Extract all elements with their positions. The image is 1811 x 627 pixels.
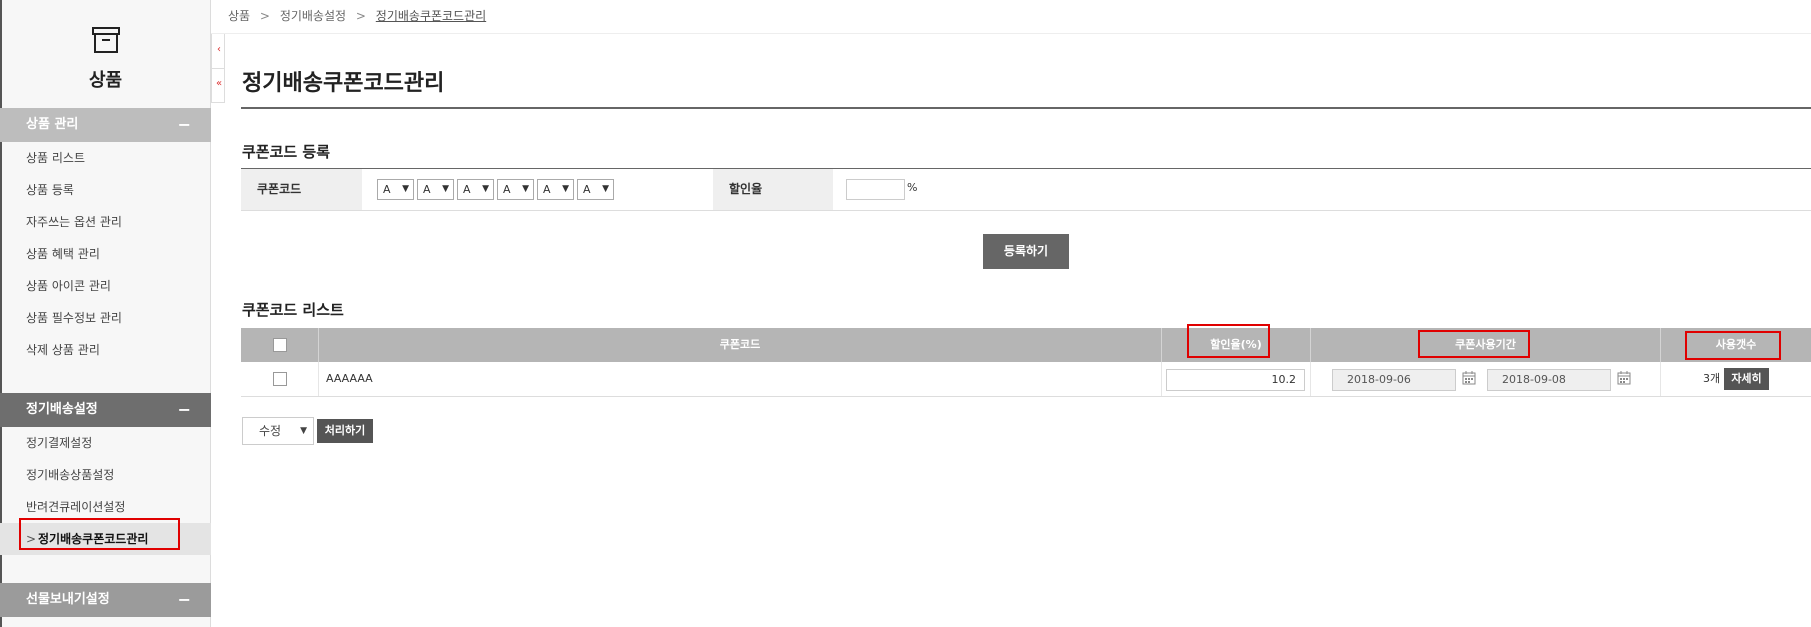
code-select-5[interactable]: A ▼ xyxy=(537,179,574,200)
collapse-minus-icon[interactable]: − xyxy=(178,108,191,142)
dropdown-arrow-icon: ▼ xyxy=(562,184,569,194)
row-check-cell xyxy=(241,362,319,396)
breadcrumb-separator: > xyxy=(259,9,270,23)
divider xyxy=(212,68,224,69)
row-checkbox[interactable] xyxy=(273,372,287,386)
group-label: 정기배송설정 xyxy=(26,402,98,417)
sidebar-title: 상품 xyxy=(88,70,123,91)
group-label: 선물보내기설정 xyxy=(26,592,110,607)
calendar-icon[interactable] xyxy=(1617,371,1631,385)
sidebar-header: 상품 xyxy=(0,0,210,108)
sidebar-item-product-list[interactable]: 상품 리스트 xyxy=(0,142,211,174)
select-all-checkbox[interactable] xyxy=(273,338,287,352)
collapse-minus-icon[interactable]: − xyxy=(178,393,191,427)
register-form-row: 쿠폰코드 A ▼ A ▼ A ▼ A ▼ A ▼ A ▼ 할인율 % xyxy=(241,169,1811,211)
bulk-action-select[interactable]: 수정 ▼ xyxy=(242,417,314,445)
header-select-all-cell xyxy=(241,328,319,362)
divider xyxy=(241,107,1811,109)
breadcrumb: 상품 > 정기배송설정 > 정기배송쿠폰코드관리 xyxy=(228,0,486,33)
coupon-code-label: 쿠폰코드 xyxy=(241,169,362,210)
sidebar-group-subscription-settings[interactable]: 정기배송설정 − xyxy=(0,393,211,427)
discount-rate-input[interactable] xyxy=(846,179,905,200)
sidebar-item-required-info[interactable]: 상품 필수정보 관리 xyxy=(0,302,211,334)
sidebar-item-frequent-options[interactable]: 자주쓰는 옵션 관리 xyxy=(0,206,211,238)
dropdown-arrow-icon: ▼ xyxy=(300,426,307,436)
sidebar: 상품 상품 관리 − 상품 리스트 상품 등록 자주쓰는 옵션 관리 상품 혜택… xyxy=(0,0,211,627)
code-select-3[interactable]: A ▼ xyxy=(457,179,494,200)
breadcrumb-current[interactable]: 정기배송쿠폰코드관리 xyxy=(376,9,486,23)
process-button[interactable]: 처리하기 xyxy=(317,419,373,443)
discount-rate-field[interactable]: 10.2 xyxy=(1166,369,1305,391)
sidebar-group-gift-settings[interactable]: 선물보내기설정 − xyxy=(0,583,211,617)
group-label: 상품 관리 xyxy=(26,117,79,132)
dropdown-arrow-icon: ▼ xyxy=(522,184,529,194)
register-button[interactable]: 등록하기 xyxy=(983,234,1069,269)
sidebar-collapse-tab: ‹ « xyxy=(211,33,225,103)
dropdown-arrow-icon: ▼ xyxy=(482,184,489,194)
breadcrumb-separator: > xyxy=(355,9,366,23)
percent-unit: % xyxy=(907,181,918,194)
sidebar-menu-product: 상품 리스트 상품 등록 자주쓰는 옵션 관리 상품 혜택 관리 상품 아이콘 … xyxy=(0,142,211,366)
collapse-left-icon[interactable]: ‹ xyxy=(214,44,224,56)
page-title: 정기배송쿠폰코드관리 xyxy=(242,71,445,96)
code-select-1[interactable]: A ▼ xyxy=(377,179,414,200)
table-header: 쿠폰코드 할인율(%) 쿠폰사용기간 사용갯수 xyxy=(241,328,1811,362)
highlight-box xyxy=(1418,330,1530,358)
sidebar-item-payment-settings[interactable]: 정기결제설정 xyxy=(0,427,211,459)
highlight-box xyxy=(1187,324,1270,358)
code-select-2[interactable]: A ▼ xyxy=(417,179,454,200)
breadcrumb-item[interactable]: 정기배송설정 xyxy=(280,9,346,23)
sidebar-item-deleted-products[interactable]: 삭제 상품 관리 xyxy=(0,334,211,366)
detail-button[interactable]: 자세히 xyxy=(1724,368,1769,390)
discount-rate-label: 할인율 xyxy=(713,169,833,210)
sidebar-item-product-benefits[interactable]: 상품 혜택 관리 xyxy=(0,238,211,270)
highlight-box xyxy=(19,518,180,550)
code-select-6[interactable]: A ▼ xyxy=(577,179,614,200)
divider xyxy=(211,33,1811,34)
start-date-field[interactable]: 2018-09-06 xyxy=(1332,369,1456,391)
sidebar-item-subscription-products[interactable]: 정기배송상품설정 xyxy=(0,459,211,491)
code-select-4[interactable]: A ▼ xyxy=(497,179,534,200)
dropdown-arrow-icon: ▼ xyxy=(602,184,609,194)
calendar-icon[interactable] xyxy=(1462,371,1476,385)
archive-box-icon xyxy=(92,27,120,53)
dropdown-arrow-icon: ▼ xyxy=(402,184,409,194)
row-code-cell: AAAAAA xyxy=(319,362,1162,396)
section-title-list: 쿠폰코드 리스트 xyxy=(242,301,344,319)
dropdown-arrow-icon: ▼ xyxy=(442,184,449,194)
breadcrumb-item[interactable]: 상품 xyxy=(228,9,250,23)
sidebar-item-product-register[interactable]: 상품 등록 xyxy=(0,174,211,206)
column-header-coupon-code[interactable]: 쿠폰코드 xyxy=(319,328,1162,362)
highlight-box xyxy=(1685,331,1781,360)
coupon-code-value: AAAAAA xyxy=(326,372,373,385)
scroll-top-icon[interactable]: « xyxy=(214,78,224,90)
usage-count-value: 3개 xyxy=(1703,372,1721,385)
collapse-minus-icon[interactable]: − xyxy=(178,583,191,617)
sidebar-item-product-icons[interactable]: 상품 아이콘 관리 xyxy=(0,270,211,302)
sidebar-group-product-management[interactable]: 상품 관리 − xyxy=(0,108,211,142)
end-date-field[interactable]: 2018-09-08 xyxy=(1487,369,1611,391)
section-title-register: 쿠폰코드 등록 xyxy=(242,143,331,161)
